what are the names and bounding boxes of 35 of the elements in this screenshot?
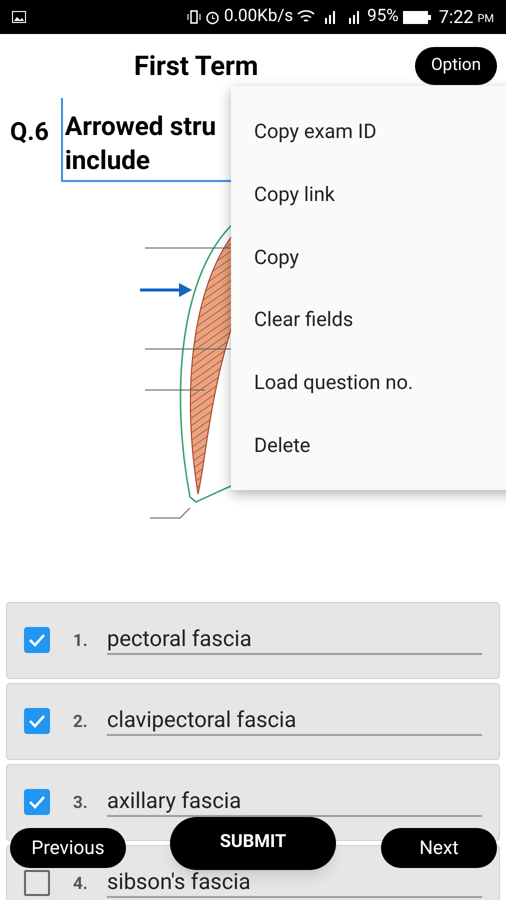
answer-field[interactable]: clavipectoral fascia [107, 710, 482, 736]
submit-button[interactable]: SUBMIT [170, 817, 336, 870]
check-icon [28, 795, 46, 809]
previous-button[interactable]: Previous [10, 828, 126, 868]
alarm-icon [205, 10, 220, 24]
answer-number: 2. [73, 711, 89, 733]
answer-checkbox[interactable] [24, 870, 50, 896]
option-button[interactable]: Option [414, 47, 497, 85]
answer-checkbox[interactable] [24, 708, 50, 734]
image-icon [12, 11, 26, 23]
clock-period: PM [477, 10, 494, 27]
wifi-icon [297, 10, 316, 24]
answer-checkbox[interactable] [24, 789, 50, 815]
check-icon [28, 633, 46, 647]
question-number: Q.6 [10, 117, 49, 149]
battery-percent: 95% [367, 5, 399, 28]
answer-number: 4. [73, 873, 89, 895]
network-speed: 0.00Kb/s [224, 5, 294, 28]
vibrate-icon [187, 9, 202, 25]
answer-field[interactable]: pectoral fascia [107, 629, 482, 655]
menu-item[interactable]: Load question no. [231, 350, 506, 414]
menu-item[interactable]: Copy [231, 225, 506, 288]
clock-time: 7:22 [438, 6, 474, 30]
page-title: First Term [134, 48, 258, 84]
battery-icon [402, 10, 431, 24]
next-button[interactable]: Next [381, 828, 497, 868]
answer-checkbox[interactable] [24, 627, 50, 653]
answer-number: 3. [73, 792, 89, 814]
check-icon [28, 714, 46, 728]
answer-field[interactable]: sibson's fascia [107, 872, 482, 898]
menu-item[interactable]: Copy link [231, 162, 506, 226]
menu-item[interactable]: Delete [231, 413, 506, 476]
menu-item[interactable]: Clear fields [231, 288, 506, 351]
menu-item[interactable]: Copy exam ID [231, 100, 506, 163]
answer-number: 1. [73, 630, 89, 652]
